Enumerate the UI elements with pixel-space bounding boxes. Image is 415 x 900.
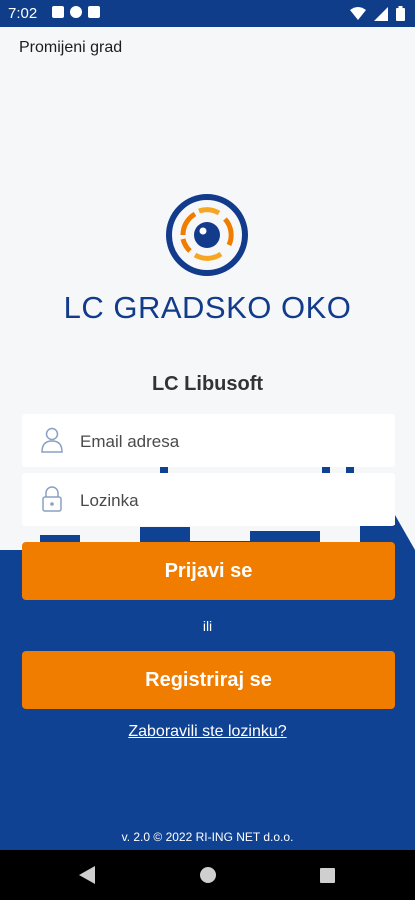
password-input[interactable] <box>78 473 382 528</box>
back-icon[interactable] <box>79 866 95 884</box>
version-text: v. 2.0 © 2022 RI-ING NET d.o.o. <box>121 830 294 844</box>
notification-icon <box>52 6 64 18</box>
password-field[interactable] <box>22 473 395 528</box>
notification-icon <box>70 6 82 18</box>
app-logo-text: LC GRADSKO OKO <box>63 290 352 325</box>
notification-icons <box>52 6 100 18</box>
login-button[interactable]: Prijavi se <box>22 542 395 600</box>
email-input[interactable] <box>78 414 382 469</box>
register-button[interactable]: Registriraj se <box>22 651 395 709</box>
user-icon <box>41 427 63 453</box>
change-city-link[interactable]: Promijeni grad <box>19 39 122 57</box>
sd-card-icon <box>88 6 100 18</box>
eye-logo-icon <box>166 194 248 276</box>
recents-icon[interactable] <box>320 868 335 883</box>
status-time: 7:02 <box>8 5 38 22</box>
status-bar: 7:02 <box>0 0 415 27</box>
home-icon[interactable] <box>200 867 216 883</box>
signal-icon <box>374 6 388 21</box>
battery-icon <box>396 6 405 21</box>
wifi-icon <box>350 7 366 20</box>
email-field[interactable] <box>22 414 395 469</box>
forgot-password-link[interactable]: Zaboravili ste lozinku? <box>0 723 415 741</box>
lock-icon <box>42 486 62 512</box>
system-icons <box>350 6 405 21</box>
organization-name: LC Libusoft <box>151 373 264 395</box>
or-separator: ili <box>202 618 213 634</box>
